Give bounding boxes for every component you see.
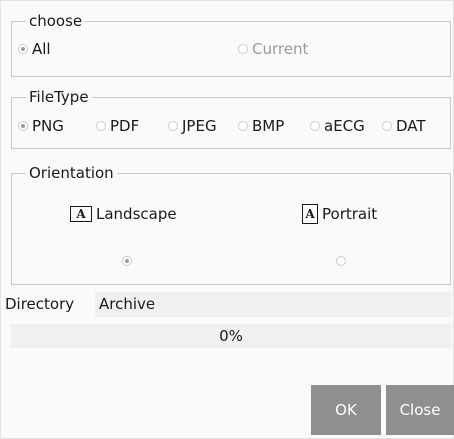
filetype-jpeg-option[interactable]: JPEG [168, 116, 217, 136]
landscape-radio[interactable] [122, 256, 132, 266]
directory-row: Directory [1, 289, 454, 319]
choose-legend: choose [26, 11, 86, 31]
orientation-group: Orientation A Landscape A Portrait [11, 163, 451, 285]
filetype-pdf-label: PDF [110, 117, 140, 135]
choose-all-label: All [32, 40, 51, 58]
choose-current-radio[interactable] [238, 44, 248, 54]
filetype-pdf-option[interactable]: PDF [96, 116, 139, 136]
filetype-jpeg-label: JPEG [182, 117, 217, 135]
filetype-bmp-radio[interactable] [238, 121, 248, 131]
progress-bar: 0% [11, 324, 451, 348]
progress-text: 0% [219, 327, 243, 345]
close-button[interactable]: Close [386, 385, 454, 435]
portrait-option-label[interactable]: A Portrait [302, 204, 377, 224]
filetype-png-label: PNG [32, 117, 64, 135]
filetype-group: FileType PNG PDF JPEG BMP aECG DAT [11, 87, 451, 149]
filetype-bmp-label: BMP [252, 117, 285, 135]
ok-button[interactable]: OK [311, 385, 381, 435]
filetype-legend: FileType [26, 87, 92, 107]
filetype-png-option[interactable]: PNG [18, 116, 64, 136]
choose-all-radio[interactable] [18, 44, 28, 54]
portrait-radio[interactable] [336, 256, 346, 266]
export-dialog: choose All Current FileType PNG PDF JPEG… [0, 0, 454, 439]
filetype-pdf-radio[interactable] [96, 121, 106, 131]
landscape-option-label[interactable]: A Landscape [70, 204, 177, 224]
choose-current-label: Current [252, 40, 309, 58]
directory-label: Directory [5, 295, 75, 313]
filetype-jpeg-radio[interactable] [168, 121, 178, 131]
choose-current-option[interactable]: Current [238, 39, 308, 59]
filetype-aecg-option[interactable]: aECG [310, 116, 365, 136]
filetype-bmp-option[interactable]: BMP [238, 116, 284, 136]
orientation-legend: Orientation [26, 163, 117, 183]
portrait-icon: A [302, 204, 318, 224]
choose-group: choose All Current [11, 11, 451, 77]
filetype-dat-label: DAT [396, 117, 426, 135]
filetype-aecg-radio[interactable] [310, 121, 320, 131]
portrait-label: Portrait [322, 205, 378, 223]
filetype-png-radio[interactable] [18, 121, 28, 131]
landscape-icon: A [70, 206, 92, 222]
directory-input[interactable] [95, 292, 451, 317]
filetype-dat-radio[interactable] [382, 121, 392, 131]
choose-all-option[interactable]: All [18, 39, 51, 59]
filetype-dat-option[interactable]: DAT [382, 116, 426, 136]
landscape-label: Landscape [96, 205, 177, 223]
filetype-aecg-label: aECG [324, 117, 365, 135]
